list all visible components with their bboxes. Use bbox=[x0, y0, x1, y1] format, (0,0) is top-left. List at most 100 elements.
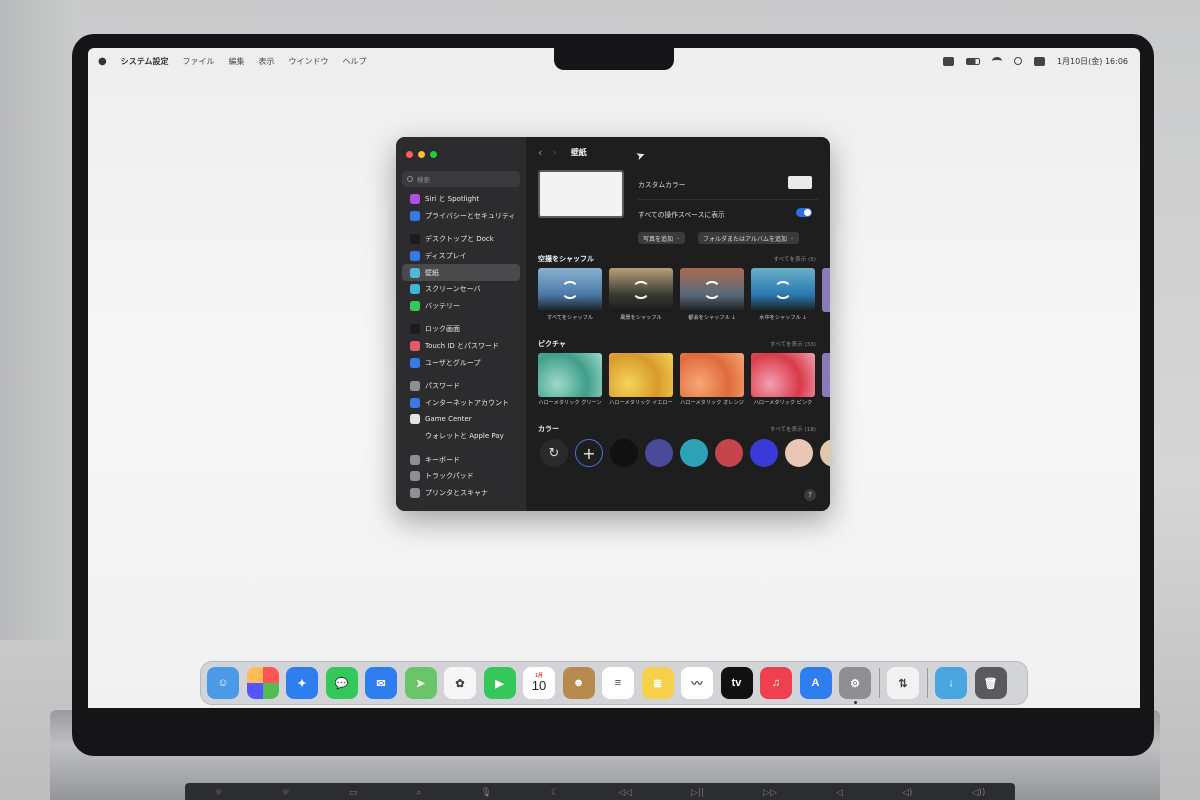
back-arrow-icon[interactable]: ‹ bbox=[538, 146, 542, 159]
sidebar-item[interactable]: 壁紙 bbox=[402, 264, 520, 281]
dock-separator bbox=[878, 668, 880, 698]
calendar-app[interactable]: 1月 10 bbox=[523, 667, 555, 699]
users-icon bbox=[410, 357, 420, 368]
picture-thumbnail[interactable] bbox=[680, 353, 744, 397]
sidebar-item[interactable]: ウォレットと Apple Pay bbox=[402, 428, 520, 445]
appstore-app[interactable]: A bbox=[799, 667, 832, 699]
menu-app-name[interactable]: システム設定 bbox=[121, 56, 169, 67]
appletv-app[interactable]: tv bbox=[720, 667, 753, 699]
picture-thumbnail[interactable] bbox=[609, 353, 673, 397]
color-swatch[interactable] bbox=[785, 439, 813, 467]
add-color-button[interactable]: + bbox=[575, 439, 603, 467]
gamecenter-icon bbox=[410, 414, 420, 425]
thumbnail-caption: ハローメタリック イエロー bbox=[609, 400, 673, 406]
sidebar-item-label: ディスプレイ bbox=[425, 252, 467, 261]
sidebar-item[interactable]: Siri と Spotlight bbox=[402, 191, 520, 208]
sidebar-item[interactable]: Game Center bbox=[402, 411, 520, 428]
help-button[interactable]: ? bbox=[804, 489, 816, 501]
sidebar-item[interactable]: プライバシーとセキュリティ bbox=[402, 208, 520, 225]
zoom-button[interactable] bbox=[430, 151, 437, 158]
sidebar-item[interactable]: スクリーンセーバ bbox=[402, 281, 520, 298]
sidebar-item[interactable]: ロック画面 bbox=[402, 321, 520, 338]
sidebar-item[interactable]: トラックパッド bbox=[402, 468, 520, 485]
trash-icon[interactable]: 🗑 bbox=[974, 667, 1007, 699]
photos-app[interactable]: ✿ bbox=[444, 667, 476, 699]
menu-window[interactable]: ウインドウ bbox=[289, 56, 329, 67]
color-swatch[interactable] bbox=[820, 439, 830, 467]
sidebar-item[interactable]: キーボード bbox=[402, 451, 520, 468]
color-swatch[interactable] bbox=[715, 439, 743, 467]
sidebar-item[interactable]: デスクトップと Dock bbox=[402, 231, 520, 248]
sidebar-item-label: ウォレットと Apple Pay bbox=[425, 432, 504, 441]
shuffle-thumbnail[interactable] bbox=[751, 268, 815, 312]
battery-icon[interactable] bbox=[965, 57, 980, 65]
music-app[interactable]: ♫ bbox=[760, 667, 792, 699]
safari-app[interactable]: ✦ bbox=[286, 667, 318, 699]
forward-arrow-icon[interactable]: › bbox=[552, 146, 556, 159]
wallpaper-preview bbox=[538, 170, 624, 218]
migration-assistant-app[interactable]: ⇅ bbox=[887, 667, 919, 699]
shuffle-thumbnail[interactable] bbox=[538, 268, 602, 312]
colors-section-title: カラー bbox=[538, 425, 559, 433]
apple-menu-icon[interactable]: ● bbox=[98, 56, 107, 67]
menu-bar: ● システム設定 ファイル 編集 表示 ウインドウ ヘルプ 1月10日(金) 1… bbox=[88, 48, 1140, 74]
add-photo-button[interactable]: 写真を追加 ⌄ bbox=[638, 232, 686, 244]
sidebar-item[interactable]: パスワード bbox=[402, 378, 520, 395]
shuffle-thumbnail[interactable] bbox=[609, 268, 673, 312]
notes-app[interactable]: ≣ bbox=[641, 667, 674, 699]
wall-shadow bbox=[0, 0, 80, 640]
all-spaces-toggle[interactable] bbox=[796, 208, 812, 217]
pictures-section-title: ピクチャ bbox=[538, 340, 566, 348]
colors-show-all-link[interactable]: すべてを表示 (18) bbox=[770, 425, 816, 433]
mail-app[interactable]: ✉ bbox=[365, 667, 397, 699]
picture-thumbnail[interactable] bbox=[751, 353, 815, 397]
add-folder-button[interactable]: フォルダまたはアルバムを追加 ⌄ bbox=[698, 232, 800, 244]
menu-clock[interactable]: 1月10日(金) 16:06 bbox=[1057, 56, 1128, 67]
sidebar-item[interactable]: Touch ID とパスワード bbox=[402, 338, 520, 355]
shuffle-icon bbox=[774, 281, 792, 299]
shuffle-icon bbox=[632, 281, 650, 299]
downloads-folder[interactable]: ↓ bbox=[935, 667, 967, 699]
sidebar-item[interactable]: バッテリー bbox=[402, 298, 520, 315]
rotate-colors-button[interactable]: ↻ bbox=[540, 439, 568, 467]
custom-color-well[interactable] bbox=[788, 176, 812, 189]
color-swatch[interactable] bbox=[680, 439, 708, 467]
color-swatch[interactable] bbox=[645, 439, 673, 467]
close-button[interactable] bbox=[406, 151, 413, 158]
minimize-button[interactable] bbox=[418, 151, 425, 158]
color-swatch[interactable] bbox=[610, 439, 638, 467]
menu-view[interactable]: 表示 bbox=[259, 56, 275, 67]
keyboard-input-icon[interactable] bbox=[942, 56, 954, 66]
systemsettings-app[interactable]: ⚙ bbox=[839, 667, 871, 704]
messages-app[interactable]: 💬 bbox=[325, 667, 358, 699]
picture-thumbnail[interactable] bbox=[538, 353, 602, 397]
maps-app[interactable]: ➤ bbox=[404, 667, 437, 699]
shuffle-show-all-link[interactable]: すべてを表示 (5) bbox=[773, 255, 816, 263]
wifi-icon[interactable] bbox=[991, 57, 1002, 65]
sidebar-item-label: プライバシーとセキュリティ bbox=[425, 211, 516, 220]
sidebar-item[interactable]: インターネットアカウント bbox=[402, 395, 520, 412]
launchpad-app[interactable] bbox=[246, 667, 279, 699]
menu-file[interactable]: ファイル bbox=[183, 56, 215, 67]
freeform-app[interactable]: 〰 bbox=[681, 667, 713, 699]
sidebar-item[interactable]: ディスプレイ bbox=[402, 248, 520, 265]
sidebar-item[interactable]: ユーザとグループ bbox=[402, 354, 520, 371]
shuffle-thumbnail[interactable] bbox=[680, 268, 744, 312]
facetime-app[interactable]: ▶ bbox=[483, 667, 516, 699]
finder-app[interactable]: ☺ bbox=[207, 667, 239, 699]
sidebar-search-input[interactable]: 検索 bbox=[402, 171, 520, 187]
sidebar-group-gap bbox=[396, 224, 526, 231]
color-swatch[interactable] bbox=[750, 439, 778, 467]
thumbnail-caption: ハローメタリック ピンク bbox=[753, 400, 813, 406]
contacts-app[interactable]: ☻ bbox=[562, 667, 595, 699]
spotlight-search-icon[interactable] bbox=[1013, 57, 1022, 65]
menu-edit[interactable]: 編集 bbox=[229, 56, 245, 67]
sidebar-list: Siri と Spotlight プライバシーとセキュリティデスクトップと Doc… bbox=[396, 191, 526, 501]
menu-help[interactable]: ヘルプ bbox=[343, 56, 367, 67]
wallpaper-icon bbox=[410, 267, 420, 278]
add-folder-label: フォルダまたはアルバムを追加 bbox=[703, 235, 787, 243]
control-center-icon[interactable] bbox=[1033, 56, 1045, 66]
reminders-app[interactable]: ≡ bbox=[602, 667, 634, 699]
pictures-show-all-link[interactable]: すべてを表示 (33) bbox=[770, 340, 816, 348]
sidebar-item[interactable]: プリンタとスキャナ bbox=[402, 485, 520, 502]
